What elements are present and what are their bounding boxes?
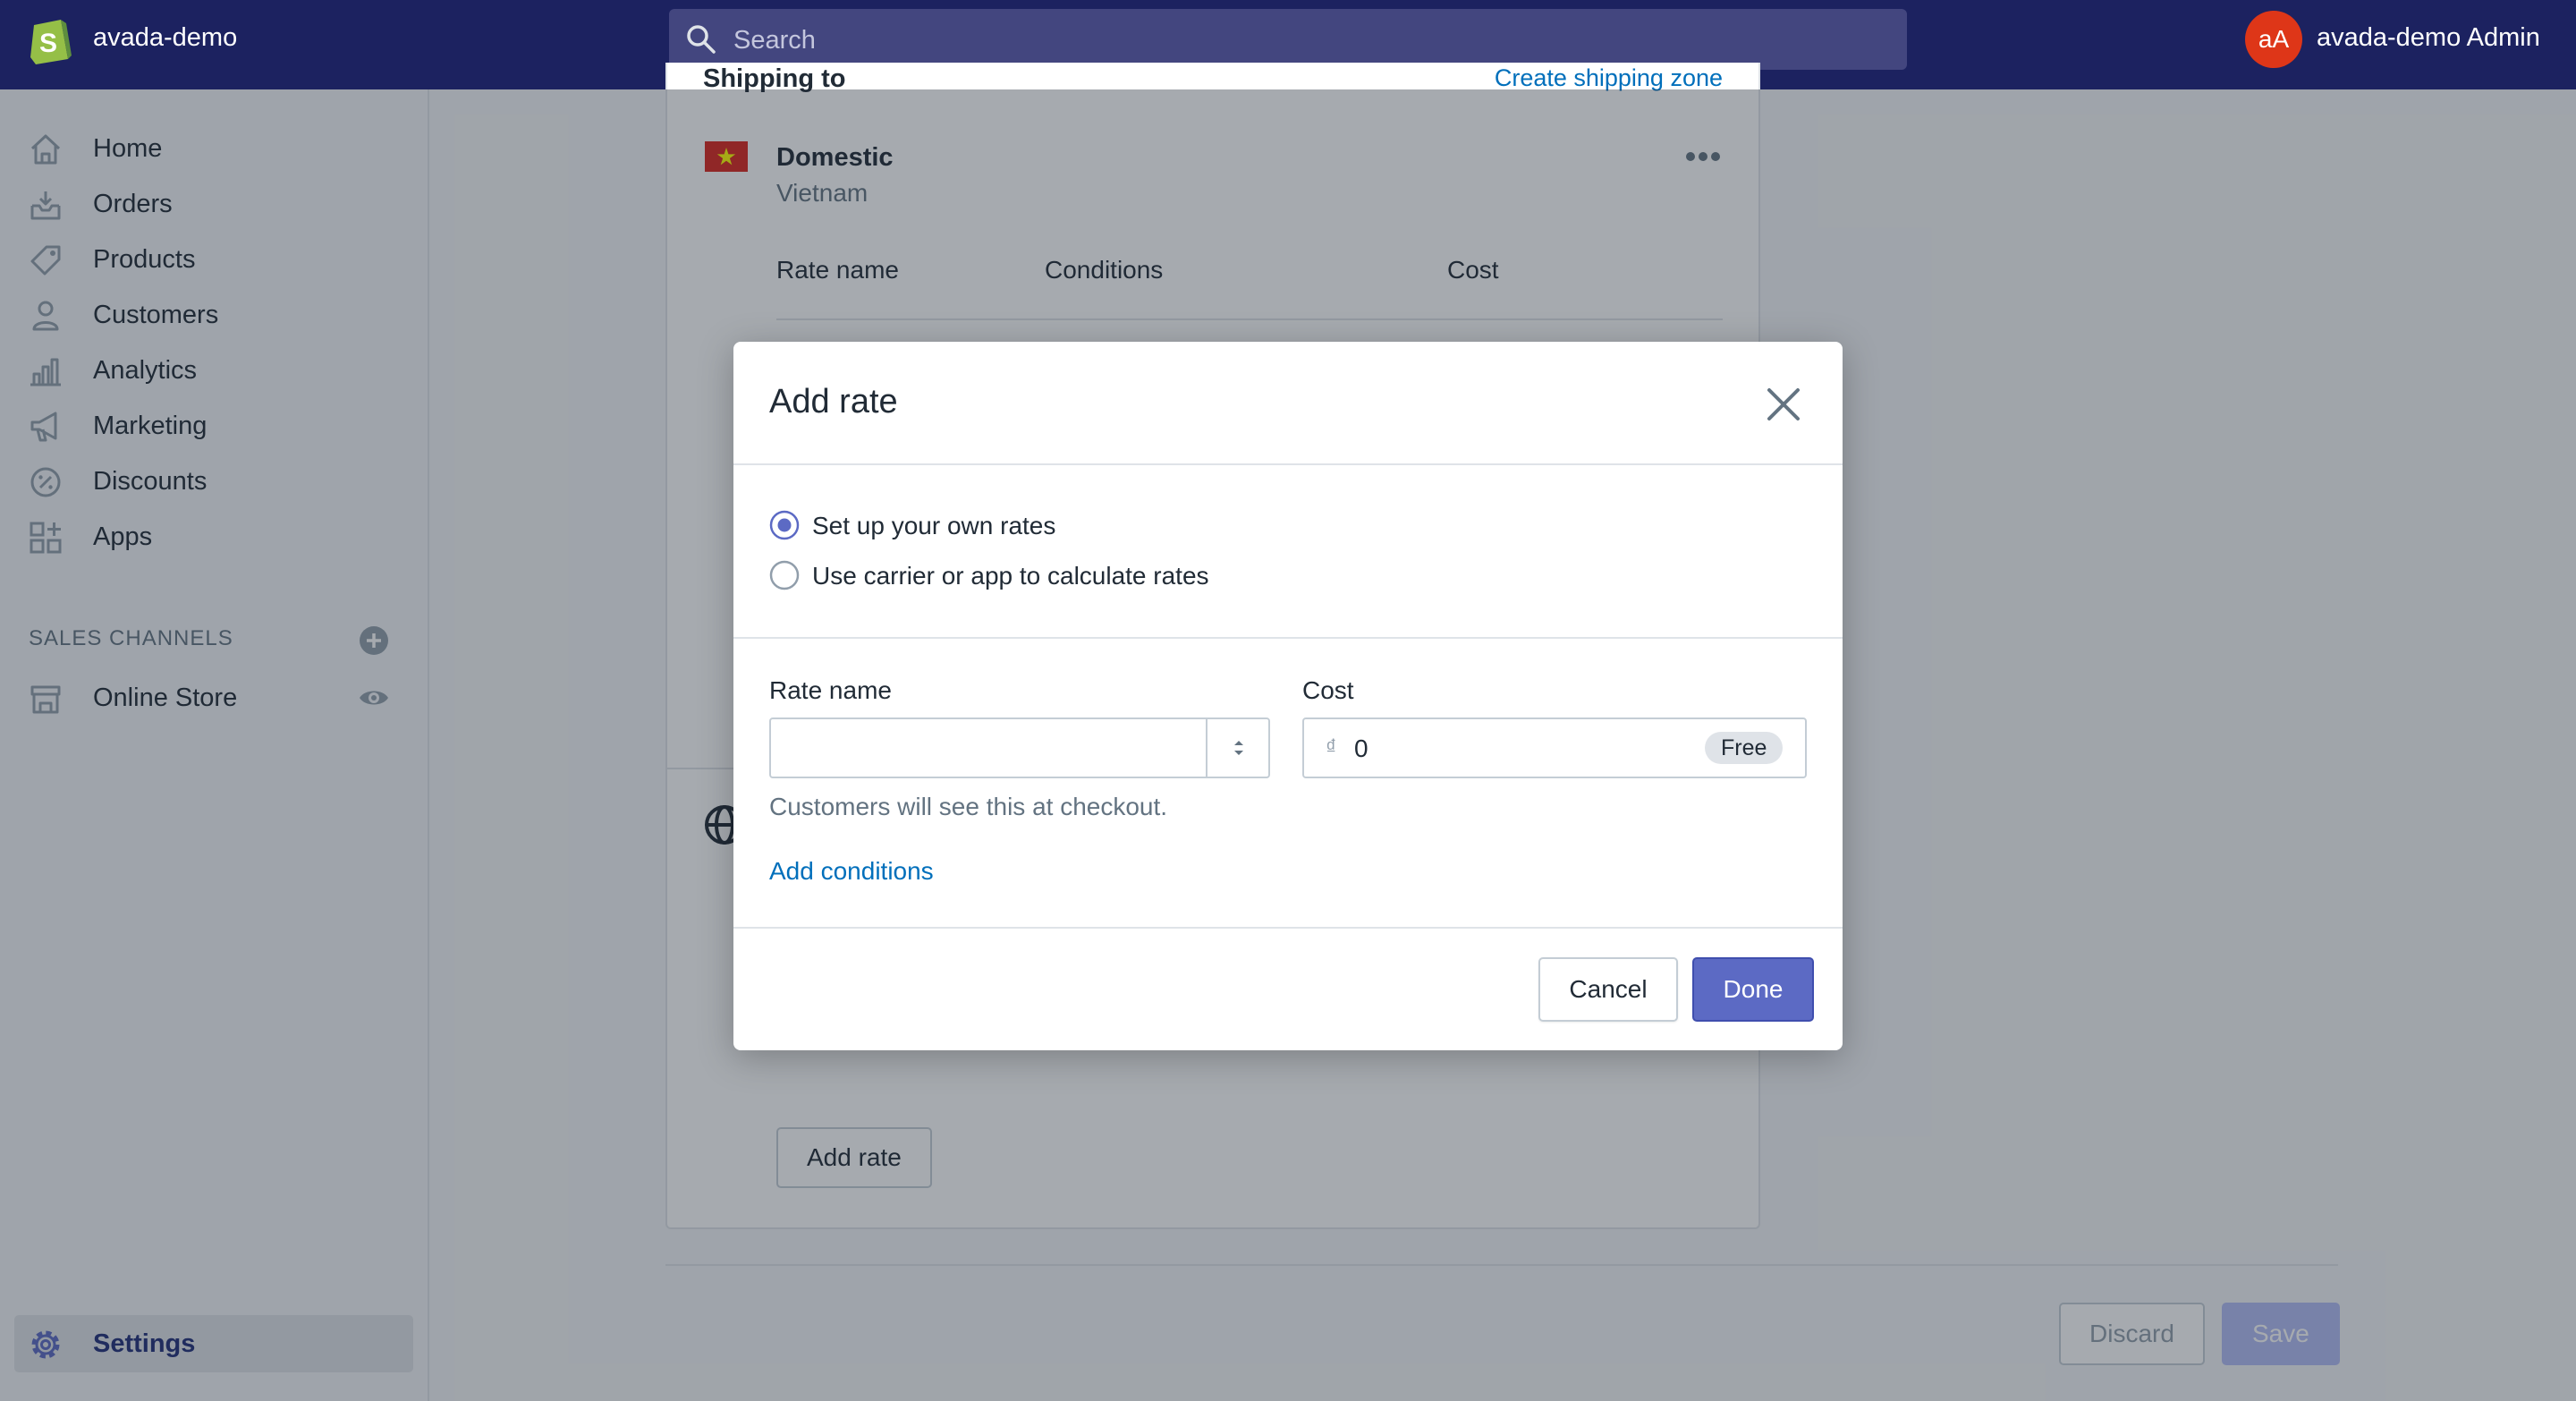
- shopify-logo-icon[interactable]: S: [27, 13, 73, 64]
- modal-divider: [733, 637, 1843, 639]
- store-name[interactable]: avada-demo: [93, 23, 237, 53]
- cost-field: ₫ Free: [1302, 717, 1807, 778]
- rate-name-label: Rate name: [769, 676, 892, 704]
- rate-name-input[interactable]: [771, 719, 1206, 777]
- close-icon[interactable]: [1762, 383, 1805, 426]
- create-shipping-zone-link[interactable]: Create shipping zone: [1495, 64, 1723, 92]
- modal-title: Add rate: [769, 383, 898, 420]
- modal-divider: [733, 927, 1843, 929]
- free-badge: Free: [1705, 732, 1784, 764]
- modal-divider: [733, 463, 1843, 465]
- search-bar[interactable]: [669, 9, 1907, 72]
- account-name[interactable]: avada-demo Admin: [2317, 23, 2540, 53]
- search-icon: [687, 25, 716, 54]
- svg-text:S: S: [39, 29, 57, 58]
- cost-input[interactable]: [1352, 719, 1624, 778]
- cancel-button[interactable]: Cancel: [1538, 957, 1678, 1022]
- radio-carrier-rates[interactable]: [769, 560, 800, 590]
- radio-label-carrier-rates[interactable]: Use carrier or app to calculate rates: [812, 562, 1209, 590]
- add-rate-modal: Add rate Set up your own rates Use carri…: [733, 342, 1843, 1050]
- add-conditions-link[interactable]: Add conditions: [769, 857, 934, 886]
- currency-symbol: ₫: [1326, 735, 1337, 760]
- done-button[interactable]: Done: [1692, 957, 1814, 1022]
- rate-name-field: [769, 717, 1270, 778]
- cost-label: Cost: [1302, 676, 1354, 704]
- rate-name-select-toggle[interactable]: [1206, 719, 1270, 777]
- radio-label-own-rates[interactable]: Set up your own rates: [812, 512, 1055, 540]
- rate-name-help-text: Customers will see this at checkout.: [769, 793, 1168, 820]
- select-arrows-icon: [1234, 741, 1243, 755]
- radio-own-rates[interactable]: [769, 510, 800, 540]
- avatar[interactable]: aA: [2245, 11, 2302, 68]
